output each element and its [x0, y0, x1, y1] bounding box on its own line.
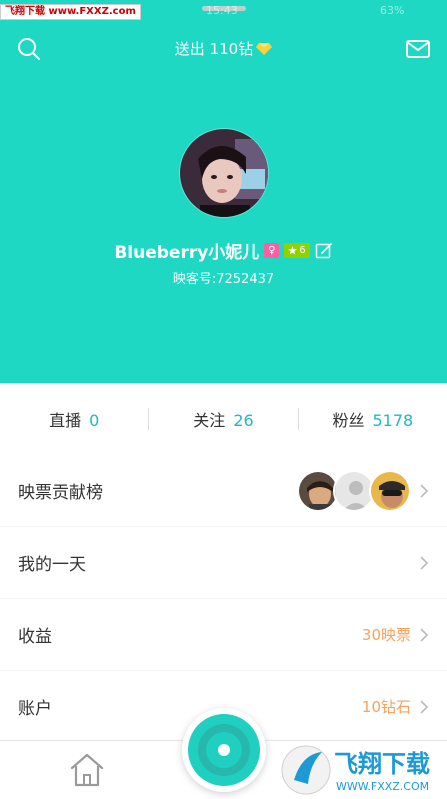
stat-fans-count: 5178	[372, 411, 414, 430]
status-bar: 飞翔下载 www.FXXZ.com 15:43 63%	[0, 0, 447, 22]
chevron-right-icon	[420, 483, 429, 498]
chevron-right-icon	[420, 627, 429, 642]
stat-live[interactable]: 直播 0	[0, 407, 148, 431]
contributor-avatars	[297, 469, 411, 512]
live-record-icon	[188, 714, 260, 786]
level-number: 6	[299, 245, 306, 256]
avatar[interactable]	[179, 128, 269, 218]
stat-following-count: 26	[233, 411, 254, 430]
stat-fans[interactable]: 粉丝 5178	[299, 407, 447, 431]
username-row: Blueberry小妮儿 ♀ 6	[0, 238, 447, 263]
watermark-logo: 飞翔下载 WWW.FXXZ.COM	[281, 745, 430, 795]
status-battery: 63%	[380, 4, 405, 17]
stat-live-count: 0	[89, 411, 100, 430]
menu-contribution-ranking[interactable]: 映票贡献榜	[0, 455, 447, 526]
earnings-value: 30映票	[361, 626, 411, 644]
watermark-badge: 飞翔下载 www.FXXZ.com	[0, 4, 141, 20]
stats-row: 直播 0 关注 26 粉丝 5178	[0, 383, 447, 455]
chevron-right-icon	[420, 555, 429, 570]
stat-live-label: 直播	[49, 411, 82, 430]
edit-icon[interactable]	[315, 242, 333, 260]
stat-fans-label: 粉丝	[332, 411, 365, 430]
menu-earnings[interactable]: 收益 30映票	[0, 599, 447, 670]
gender-female-icon: ♀	[264, 243, 280, 258]
contributor-avatar	[369, 469, 411, 512]
user-id: 映客号:7252437	[172, 272, 275, 287]
level-badge: 6	[284, 243, 310, 258]
menu-label: 映票贡献榜	[18, 483, 103, 503]
menu-label: 我的一天	[18, 555, 86, 575]
diamond-icon	[256, 43, 273, 55]
account-value: 10钻石	[361, 698, 411, 716]
menu-my-day[interactable]: 我的一天	[0, 527, 447, 598]
status-time: 15:43	[206, 4, 238, 17]
stat-following[interactable]: 关注 26	[149, 407, 297, 431]
star-icon	[288, 246, 298, 255]
menu-label: 收益	[18, 627, 52, 647]
username: Blueberry小妮儿	[114, 243, 260, 263]
send-diamonds-label: 送出 110钻	[174, 40, 254, 58]
mail-icon[interactable]	[405, 36, 431, 62]
send-diamonds-title: 送出 110钻	[0, 38, 447, 59]
chevron-right-icon	[420, 699, 429, 714]
watermark-title: 飞翔下载	[334, 750, 430, 778]
stat-following-label: 关注	[193, 411, 226, 430]
watermark-url: WWW.FXXZ.COM	[336, 780, 429, 793]
live-record-button[interactable]	[182, 708, 266, 792]
home-icon[interactable]	[68, 752, 106, 788]
